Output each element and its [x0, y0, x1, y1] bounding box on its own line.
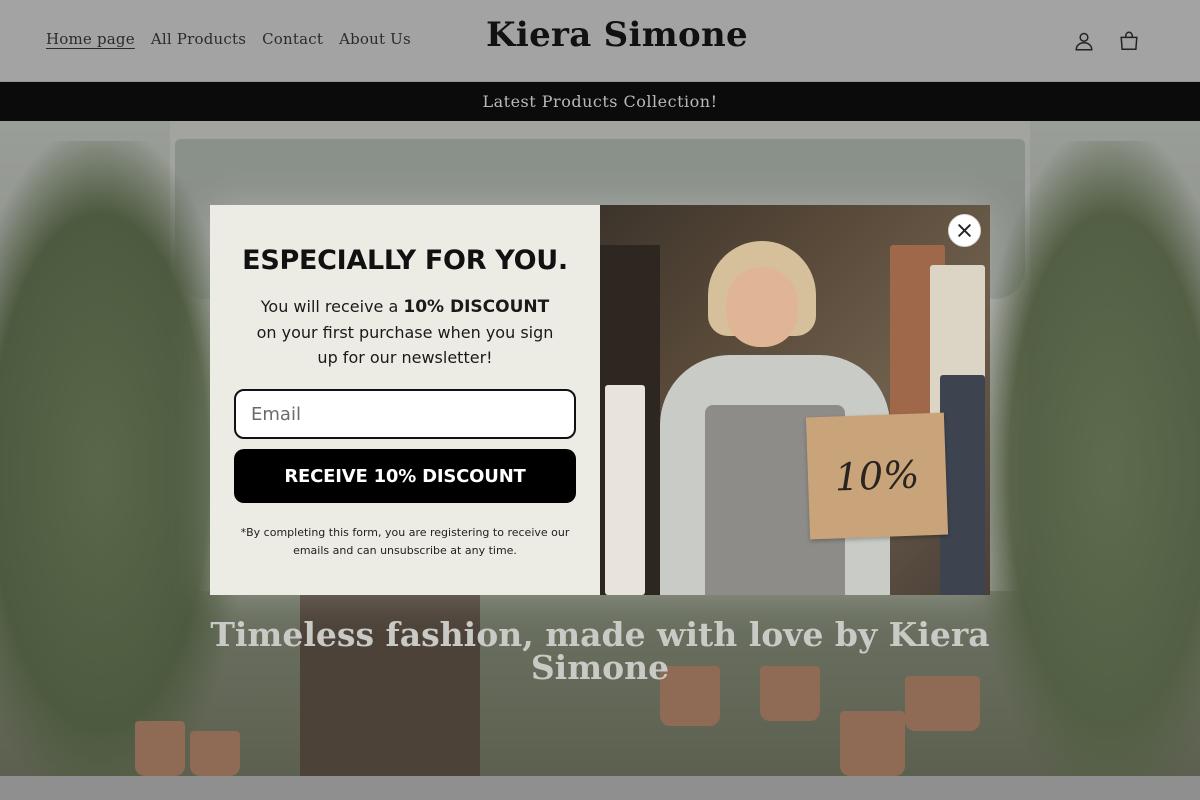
- nav-link-all-products[interactable]: All Products: [151, 30, 246, 48]
- cart-icon[interactable]: [1117, 28, 1141, 54]
- announcement-bar: Latest Products Collection!: [0, 82, 1200, 121]
- hero-foliage-right: [980, 141, 1200, 776]
- receive-discount-button[interactable]: RECEIVE 10% DISCOUNT: [234, 449, 576, 503]
- nav-link-home[interactable]: Home page: [46, 30, 135, 48]
- main-nav: Home page All Products Contact About Us: [46, 30, 411, 48]
- image-person-face: [726, 267, 798, 347]
- popup-image: 10%: [600, 205, 990, 595]
- image-clothing-rack: [940, 375, 985, 595]
- popup-description: You will receive a 10% DISCOUNT on your …: [250, 294, 560, 370]
- hero-title: Timeless fashion, made with love by Kier…: [210, 615, 990, 687]
- site-header: Home page All Products Contact About Us …: [0, 0, 1200, 82]
- popup-heading: ESPECIALLY FOR YOU.: [242, 245, 568, 276]
- nav-link-contact[interactable]: Contact: [262, 30, 323, 48]
- popup-text-after: on your first purchase when you sign up …: [256, 323, 554, 367]
- popup-disclaimer: *By completing this form, you are regist…: [240, 526, 570, 557]
- image-discount-sign: 10%: [805, 412, 949, 540]
- image-clothing-rack: [605, 385, 645, 595]
- email-field[interactable]: [234, 389, 576, 439]
- nav-link-about-us[interactable]: About Us: [339, 30, 411, 48]
- page-bottom-strip: [0, 776, 1200, 800]
- hero-plant-pot: [135, 721, 185, 776]
- newsletter-popup: ESPECIALLY FOR YOU. You will receive a 1…: [210, 205, 990, 595]
- close-icon[interactable]: [948, 214, 981, 247]
- popup-text-before: You will receive a: [260, 297, 399, 316]
- announcement-text: Latest Products Collection!: [482, 92, 718, 111]
- popup-form-panel: ESPECIALLY FOR YOU. You will receive a 1…: [210, 205, 600, 595]
- image-sign-text: 10%: [834, 452, 920, 500]
- hero-plant-pot: [905, 676, 980, 731]
- popup-discount-highlight: 10% DISCOUNT: [403, 297, 550, 317]
- site-logo[interactable]: Kiera Simone: [486, 15, 748, 55]
- user-icon[interactable]: [1072, 28, 1096, 54]
- hero-plant-pot: [190, 731, 240, 776]
- hero-plant-pot: [840, 711, 905, 776]
